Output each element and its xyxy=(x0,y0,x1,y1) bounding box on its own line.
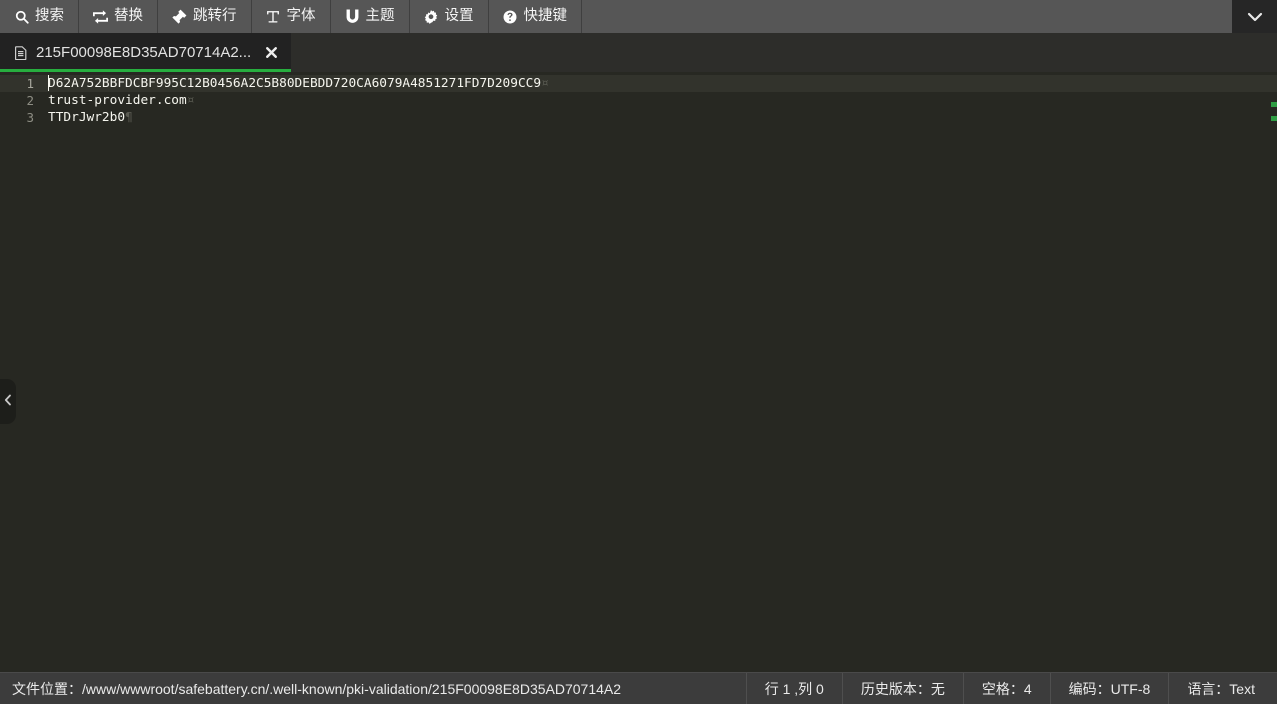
eol-marker: ¤ xyxy=(541,76,549,91)
toolbar-button-label: 替换 xyxy=(114,8,143,24)
editor-area[interactable]: 1 2 3 D62A752BBFDCBF995C12B0456A2C5B80DE… xyxy=(0,72,1277,672)
toolbar-button-label: 主题 xyxy=(365,8,395,24)
editor-window: 搜索 替换 跳转行 字体 主题 设置 快捷键 215F00098E8D35AD7… xyxy=(0,0,1277,704)
theme-icon xyxy=(345,9,360,24)
settings-icon xyxy=(424,9,439,24)
close-icon[interactable] xyxy=(263,45,279,61)
status-history-version[interactable]: 历史版本：无 xyxy=(841,673,963,704)
line-number: 2 xyxy=(26,93,34,108)
toolbar-button-label: 设置 xyxy=(444,8,474,24)
text-caret xyxy=(48,75,49,91)
code-line[interactable]: TTDrJwr2b0¶ xyxy=(44,109,1277,126)
chevron-left-icon xyxy=(4,394,12,409)
status-cursor-position[interactable]: 行 1 ,列 0 xyxy=(745,673,842,704)
chevron-down-icon[interactable] xyxy=(1245,7,1265,27)
tab-title: 215F00098E8D35AD70714A2... xyxy=(36,44,252,61)
status-indent-size[interactable]: 空格：4 xyxy=(962,673,1050,704)
file-icon xyxy=(14,45,28,60)
tab-bar: 215F00098E8D35AD70714A2... xyxy=(0,33,1277,72)
toolbar-button-font[interactable]: 字体 xyxy=(252,0,331,33)
toolbar-button-label: 搜索 xyxy=(35,8,64,24)
toolbar-button-shortcuts[interactable]: 快捷键 xyxy=(489,0,582,33)
eol-marker: ¤ xyxy=(186,93,195,108)
toolbar-button-replace[interactable]: 替换 xyxy=(79,0,158,33)
toolbar-overflow-area xyxy=(1232,0,1277,33)
search-icon xyxy=(14,9,29,24)
toolbar-button-theme[interactable]: 主题 xyxy=(331,0,410,33)
file-location: 文件位置：/www/wwwroot/safebattery.cn/.well-k… xyxy=(0,673,746,704)
shortcut-icon xyxy=(503,9,518,24)
goto-line-icon xyxy=(172,9,187,24)
toolbar-button-label: 跳转行 xyxy=(193,8,237,24)
change-marker xyxy=(1271,102,1277,107)
toolbar-button-label: 字体 xyxy=(286,8,316,24)
line-number: 3 xyxy=(26,110,34,125)
replace-icon xyxy=(93,9,108,24)
status-encoding[interactable]: 编码：UTF-8 xyxy=(1049,673,1169,704)
toolbar-button-label: 快捷键 xyxy=(523,8,568,24)
code-line[interactable]: D62A752BBFDCBF995C12B0456A2C5B80DEBDD720… xyxy=(44,75,1277,92)
scrollbar-marker-column[interactable] xyxy=(1271,72,1277,672)
file-location-value: /www/wwwroot/safebattery.cn/.well-known/… xyxy=(82,680,622,697)
code-line-text: D62A752BBFDCBF995C12B0456A2C5B80DEBDD720… xyxy=(48,76,542,91)
toolbar-button-search[interactable]: 搜索 xyxy=(0,0,79,33)
toolbar-button-group: 搜索 替换 跳转行 字体 主题 设置 快捷键 xyxy=(0,0,1232,33)
change-marker xyxy=(1271,116,1277,121)
code-line[interactable]: trust-provider.com¤ xyxy=(44,92,1277,109)
toolbar: 搜索 替换 跳转行 字体 主题 设置 快捷键 xyxy=(0,0,1277,33)
toolbar-button-settings[interactable]: 设置 xyxy=(410,0,489,33)
font-icon xyxy=(266,9,281,24)
tab-active-file[interactable]: 215F00098E8D35AD70714A2... xyxy=(0,33,292,72)
line-number: 1 xyxy=(0,75,44,92)
status-language[interactable]: 语言：Text xyxy=(1168,673,1277,704)
code-line-text: TTDrJwr2b0 xyxy=(48,110,126,125)
line-number-gutter: 1 2 3 xyxy=(0,72,44,672)
code-line-text: trust-provider.com xyxy=(48,93,187,108)
file-location-label: 文件位置： xyxy=(12,680,82,697)
code-content[interactable]: D62A752BBFDCBF995C12B0456A2C5B80DEBDD720… xyxy=(44,72,1277,672)
eol-marker: ¶ xyxy=(125,110,133,125)
sidebar-toggle-handle[interactable] xyxy=(0,379,16,424)
status-bar: 文件位置：/www/wwwroot/safebattery.cn/.well-k… xyxy=(0,672,1277,704)
toolbar-button-goto-line[interactable]: 跳转行 xyxy=(158,0,252,33)
